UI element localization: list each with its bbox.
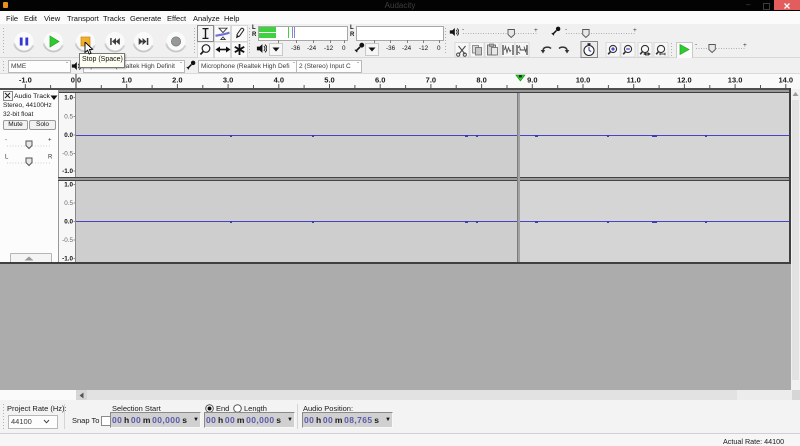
svg-text:4.0: 4.0 — [274, 76, 284, 85]
svg-text:+: + — [534, 27, 538, 34]
svg-text:12.0: 12.0 — [677, 76, 692, 85]
svg-text:0.5: 0.5 — [64, 114, 73, 121]
svg-text:2.0: 2.0 — [172, 76, 182, 85]
svg-text:10.0: 10.0 — [576, 76, 591, 85]
svg-text:-1.0: -1.0 — [19, 76, 32, 85]
svg-text:0.5: 0.5 — [64, 200, 73, 207]
svg-text:11.0: 11.0 — [627, 76, 641, 85]
svg-text:+: + — [743, 42, 747, 49]
svg-text:R: R — [48, 155, 53, 161]
svg-text:14.0: 14.0 — [778, 76, 793, 85]
svg-text:L: L — [5, 155, 9, 161]
svg-text:-1.0: -1.0 — [62, 168, 73, 175]
svg-text:5.0: 5.0 — [324, 76, 334, 85]
svg-text:0.0: 0.0 — [64, 219, 73, 226]
svg-text:-: - — [695, 41, 697, 48]
svg-text:-0.5: -0.5 — [62, 237, 73, 244]
svg-text:8.0: 8.0 — [476, 76, 486, 85]
svg-text:1.0: 1.0 — [121, 76, 131, 85]
svg-text:-: - — [565, 26, 567, 33]
svg-text:3.0: 3.0 — [223, 76, 233, 85]
svg-text:6.0: 6.0 — [375, 76, 385, 85]
svg-text:9.0: 9.0 — [527, 76, 537, 85]
svg-text:7.0: 7.0 — [426, 76, 436, 85]
svg-text:1.0: 1.0 — [64, 182, 73, 189]
svg-text:13.0: 13.0 — [728, 76, 743, 85]
svg-text:-: - — [5, 138, 7, 144]
svg-text:+: + — [633, 27, 637, 34]
svg-text:0.0: 0.0 — [64, 132, 73, 139]
svg-text:+: + — [48, 138, 52, 144]
svg-text:1.0: 1.0 — [64, 95, 73, 102]
svg-text:-: - — [462, 26, 464, 33]
svg-text:-0.5: -0.5 — [62, 151, 73, 158]
